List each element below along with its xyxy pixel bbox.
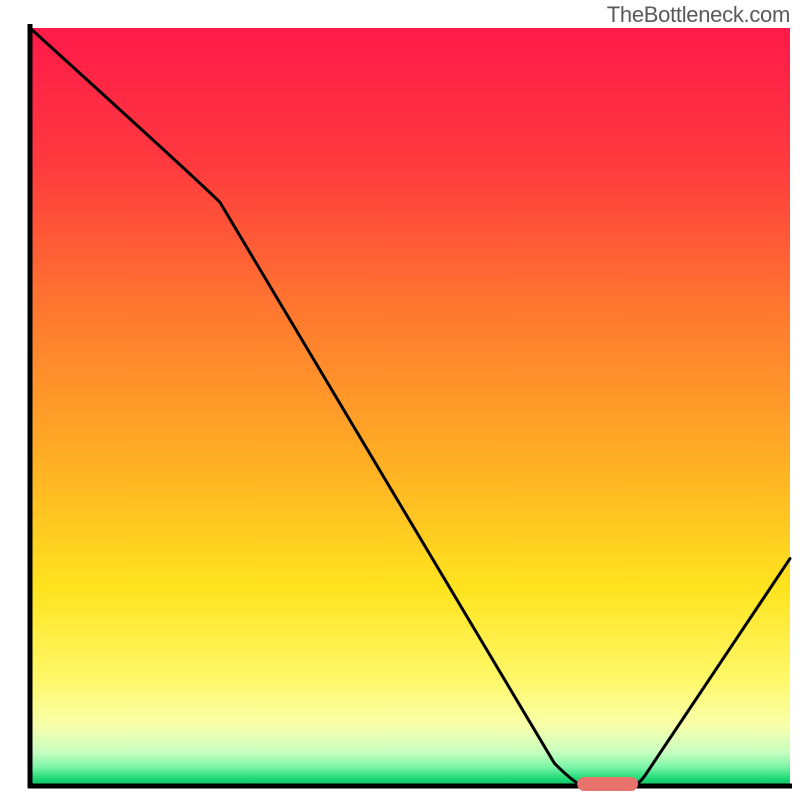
gradient-background	[30, 28, 790, 786]
watermark-text: TheBottleneck.com	[607, 2, 790, 28]
chart-container: TheBottleneck.com	[0, 0, 800, 800]
bottleneck-chart	[0, 0, 800, 800]
optimal-marker	[577, 777, 638, 791]
